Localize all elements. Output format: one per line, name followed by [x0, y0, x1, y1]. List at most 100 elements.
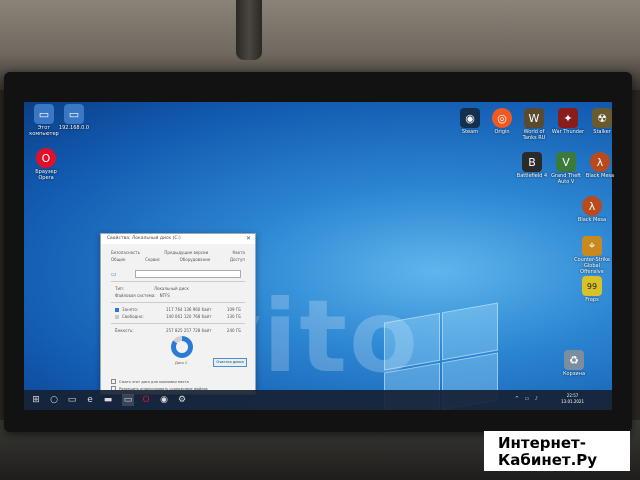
taskbar-disk-properties[interactable]: ▭ — [122, 394, 134, 406]
desktop-icon-steam[interactable]: ◉ Steam — [452, 108, 488, 135]
cable — [236, 0, 262, 60]
fs-label: Файловая система: — [115, 293, 156, 298]
tab-sharing[interactable]: Доступ — [230, 257, 245, 262]
desktop-icon-wot[interactable]: W World of Tanks RU — [516, 108, 552, 141]
lambda-icon: λ — [590, 152, 610, 172]
disk-label: Диск C — [175, 361, 188, 365]
compress-label: Сжать этот диск для экономии места — [119, 379, 189, 384]
tab-previous-versions[interactable]: Предыдущие версии — [164, 250, 208, 255]
desktop-icon-label: Браузер Opera — [35, 169, 57, 181]
desktop-icon-origin[interactable]: ◎ Origin — [484, 108, 520, 135]
free-bytes: 140 061 120 768 байт — [166, 314, 212, 319]
capacity-label: Ёмкость: — [115, 328, 134, 333]
dialog-tabs-row-2: Общие Сервис Оборудование Доступ — [101, 255, 255, 262]
radiation-icon: ☢ — [592, 108, 612, 128]
desktop-icon-label: 192.168.0.0 — [58, 125, 90, 131]
fraps-icon: 99 — [582, 276, 602, 296]
free-row: Свободно: 140 061 120 768 байт 130 ГБ — [101, 313, 255, 320]
capacity-gb: 240 ГБ — [226, 328, 241, 333]
desktop-icon-warthunder[interactable]: ✦ War Thunder — [550, 108, 586, 135]
volume-name-input[interactable] — [134, 270, 241, 278]
fs-value: NTFS — [159, 293, 170, 298]
desktop-icon-network[interactable]: ▭ 192.168.0.0 — [56, 104, 92, 131]
desktop-icon-label: Steam — [461, 129, 479, 135]
free-swatch — [115, 314, 119, 319]
opera-icon[interactable]: O — [140, 394, 152, 406]
system-tray-icons[interactable]: ^ ▭ ♪ — [515, 396, 540, 402]
steam-icon: ◉ — [460, 108, 480, 128]
checkbox[interactable] — [111, 379, 116, 384]
desktop-icon-label: Корзина — [562, 371, 586, 377]
compress-checkbox-row[interactable]: Сжать этот диск для экономии места — [111, 379, 189, 384]
taskbar-clock[interactable]: 22:57 13.01.2021 — [561, 393, 584, 405]
dialog-tabs-row-1: Безопасность Предыдущие версии Квота — [101, 244, 255, 255]
desktop-icon-label: Counter-Strike Global Offensive — [574, 257, 610, 275]
used-bytes: 117 764 136 960 байт — [166, 307, 212, 312]
tab-tools[interactable]: Сервис — [145, 257, 160, 262]
brand-line-2: Кабинет.Ру — [498, 451, 598, 469]
desktop-icon-label: Stalker — [593, 129, 611, 135]
tab-quota[interactable]: Квота — [233, 250, 245, 255]
divider — [111, 323, 245, 324]
used-row: Занято: 117 764 136 960 байт 109 ГБ — [101, 306, 255, 313]
tank-icon: W — [524, 108, 544, 128]
desktop-icon-label: World of Tanks RU — [522, 129, 546, 141]
free-label: Свободно: — [122, 314, 144, 319]
windows-icon[interactable]: ⊞ — [30, 394, 42, 406]
used-gb: 109 ГБ — [226, 307, 241, 312]
capacity-row: Ёмкость: 257 825 257 728 байт 240 ГБ — [101, 327, 255, 334]
tab-general[interactable]: Общие — [111, 257, 125, 262]
brand-watermark: Интернет- Кабинет.Ру — [484, 431, 630, 471]
lambda-icon: λ — [582, 196, 602, 216]
desktop-icon-opera[interactable]: O Браузер Opera — [28, 148, 64, 181]
clock-date: 13.01.2021 — [561, 399, 584, 404]
desktop-icon-label: Grand Theft Auto V — [551, 173, 581, 185]
close-icon[interactable]: ✕ — [246, 235, 251, 242]
capacity-bytes: 257 825 257 728 байт — [166, 328, 212, 333]
opera-icon: O — [36, 148, 56, 168]
origin-icon: ◎ — [492, 108, 512, 128]
disk-usage-donut — [171, 336, 193, 358]
tab-hardware[interactable]: Оборудование — [180, 257, 211, 262]
steam-icon[interactable]: ◉ — [158, 394, 170, 406]
divider — [111, 302, 245, 303]
desktop-icon-blackmesa-2[interactable]: λ Black Mesa — [574, 196, 610, 223]
type-value: Локальный диск — [154, 286, 189, 291]
task-view-icon[interactable]: ▭ — [66, 394, 78, 406]
desktop-icon-gta[interactable]: V Grand Theft Auto V — [548, 152, 584, 185]
disk-properties-dialog: Свойства: Локальный диск (C:) ✕ Безопасн… — [100, 233, 256, 395]
filesystem-row: Файловая система: NTFS — [101, 292, 255, 299]
computer-icon: ▭ — [34, 104, 54, 124]
desktop-icon-label: Black Mesa — [585, 173, 615, 179]
desktop-icon-battlefield[interactable]: B Battlefield 4 — [514, 152, 550, 179]
used-swatch — [115, 307, 119, 312]
desktop-icon-label: Fraps — [585, 297, 599, 303]
desktop-icon-blackmesa[interactable]: λ Black Mesa — [582, 152, 618, 179]
edge-icon[interactable]: e — [84, 394, 96, 406]
network-icon: ▭ — [64, 104, 84, 124]
search-icon[interactable]: ○ — [48, 394, 60, 406]
desktop-icon-label: Battlefield 4 — [516, 173, 548, 179]
taskbar: ⊞ ○ ▭ e ▬ ▭ O ◉ ⚙ ^ ▭ ♪ 22:57 13.01.2021 — [24, 390, 612, 410]
used-label: Занято: — [122, 307, 139, 312]
disk-cleanup-button[interactable]: Очистка диска — [213, 358, 247, 367]
type-row: Тип: Локальный диск — [101, 285, 255, 292]
dialog-title: Свойства: Локальный диск (C:) — [101, 234, 255, 244]
volume-name-row: ▭ — [111, 270, 245, 278]
drive-icon: ▭ — [111, 270, 117, 278]
desktop-icon-csgo[interactable]: ⌖ Counter-Strike Global Offensive — [574, 236, 610, 275]
file-explorer-icon[interactable]: ▬ — [102, 394, 114, 406]
tab-security[interactable]: Безопасность — [111, 250, 140, 255]
divider — [111, 281, 245, 282]
desktop-icon-recycle-bin[interactable]: ♻ Корзина — [556, 350, 592, 377]
recycle-bin-icon: ♻ — [564, 350, 584, 370]
gta-icon: V — [556, 152, 576, 172]
type-label: Тип: — [115, 286, 125, 291]
brand-line-1: Интернет- — [498, 434, 586, 452]
desktop-icon-label: Origin — [494, 129, 510, 135]
warthunder-icon: ✦ — [558, 108, 578, 128]
desktop-icon-fraps[interactable]: 99 Fraps — [574, 276, 610, 303]
settings-icon[interactable]: ⚙ — [176, 394, 188, 406]
desktop-icon-stalker[interactable]: ☢ Stalker — [584, 108, 620, 135]
crosshair-icon: ⌖ — [582, 236, 602, 256]
